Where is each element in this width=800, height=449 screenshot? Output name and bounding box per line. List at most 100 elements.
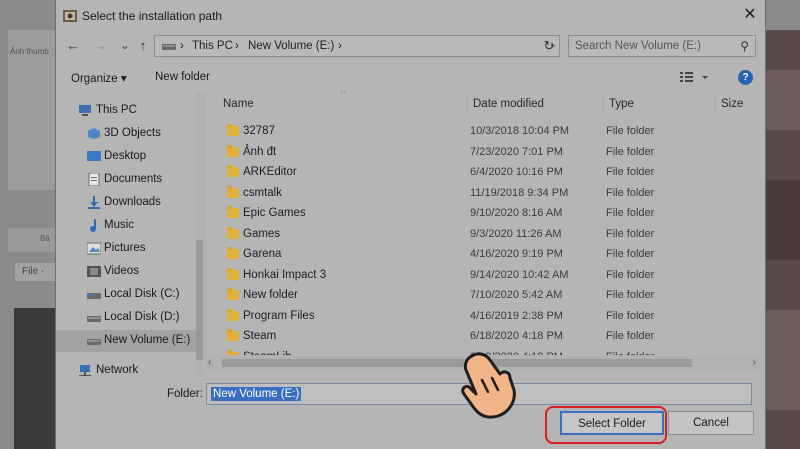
column-header-size[interactable]: Size: [715, 92, 767, 116]
nav-item-label: This PC: [96, 104, 137, 116]
documents-icon: [88, 173, 100, 186]
forward-arrow-icon[interactable]: →: [92, 37, 110, 55]
nav-item-desktop[interactable]: Desktop: [56, 146, 196, 168]
organize-button[interactable]: Organize ▾: [71, 71, 127, 85]
drive-icon: [87, 316, 101, 322]
nav-item-network[interactable]: Network: [56, 360, 196, 377]
scroll-left-icon[interactable]: ‹: [208, 357, 211, 368]
column-label: Size: [721, 98, 744, 110]
videos-icon: [87, 266, 101, 277]
nav-item-label: New Volume (E:): [104, 334, 191, 346]
column-header-name[interactable]: ^ Name: [205, 92, 467, 116]
nav-item-pictures[interactable]: Pictures: [56, 238, 196, 260]
file-row[interactable]: Steam 6/18/2020 4:18 PM File folder: [205, 326, 767, 347]
file-row[interactable]: Games 9/3/2020 11:26 AM File folder: [205, 224, 767, 245]
address-bar[interactable]: › This PC › New Volume (E:) › ⌄: [154, 35, 560, 57]
folder-row: Folder: New Volume (E:): [56, 383, 767, 405]
nav-item-local-disk-c[interactable]: Local Disk (C:): [56, 284, 196, 306]
file-date-modified: 7/23/2020 7:01 PM: [470, 145, 563, 158]
background-image: [14, 308, 56, 449]
column-label: Date modified: [473, 98, 544, 110]
navigation-scrollbar[interactable]: [196, 92, 203, 377]
nav-item-music[interactable]: Music: [56, 215, 196, 237]
file-date-modified: 6/18/2020 4:18 PM: [470, 330, 563, 342]
file-type: File folder: [606, 125, 655, 137]
drive-icon: [162, 44, 176, 50]
file-type: File folder: [606, 309, 655, 322]
nav-item-label: Videos: [104, 265, 139, 277]
file-name: Games: [243, 227, 281, 240]
nav-item-documents[interactable]: Documents: [56, 169, 196, 191]
search-input[interactable]: Search New Volume (E:) ⚲: [568, 35, 756, 57]
file-name: ARKEditor: [243, 166, 297, 178]
nav-item-label: Local Disk (D:): [104, 311, 180, 323]
refresh-icon[interactable]: ↻: [540, 37, 558, 55]
search-icon[interactable]: ⚲: [740, 39, 749, 53]
file-date-modified: 9/3/2020 11:26 AM: [470, 227, 562, 240]
file-date-modified: 6/4/2020 10:16 PM: [470, 166, 563, 178]
breadcrumb-this-pc[interactable]: This PC: [192, 40, 233, 52]
file-date-modified: 4/16/2019 2:38 PM: [470, 309, 563, 322]
file-row[interactable]: Honkai Impact 3 9/14/2020 10:42 AM File fo…: [205, 265, 767, 286]
help-icon[interactable]: ?: [738, 70, 753, 85]
breadcrumb-new-volume[interactable]: New Volume (E:): [248, 40, 334, 52]
folder-icon: [227, 308, 239, 321]
folder-icon: [227, 185, 239, 198]
network-icon: [79, 365, 91, 376]
folder-icon: [227, 329, 239, 341]
file-date-modified: 4/16/2020 9:19 PM: [470, 248, 563, 260]
select-folder-dialog: Select the installation path ✕ ← → ⌄ ↑ ›…: [55, 0, 766, 449]
scrollbar-thumb[interactable]: [196, 240, 203, 360]
file-type: File folder: [606, 145, 655, 158]
file-row[interactable]: Garena 4/16/2020 9:19 PM File folder: [205, 244, 767, 265]
downloads-icon: [88, 196, 100, 209]
nav-item-videos[interactable]: Videos: [56, 261, 196, 283]
file-row[interactable]: Program Files 4/16/2019 2:38 PM File folde…: [205, 306, 767, 327]
view-options-icon[interactable]: [680, 70, 708, 84]
column-header-date-modified[interactable]: Date modified: [467, 92, 603, 116]
file-name: Program Files: [243, 309, 315, 322]
nav-item-label: 3D Objects: [104, 127, 161, 139]
drive-icon: [87, 339, 101, 345]
file-row[interactable]: 32787 10/3/2018 10:04 PM File folder: [205, 121, 767, 142]
file-row[interactable]: New folder 7/10/2020 5:42 AM File folder: [205, 285, 767, 306]
nav-item-label: Pictures: [104, 242, 146, 254]
file-row[interactable]: Ảnh đt 7/23/2020 7:01 PM File folder: [205, 142, 767, 163]
file-row[interactable]: Epic Games 9/10/2020 8:16 AM File folder: [205, 203, 767, 224]
nav-item-label: Documents: [104, 173, 163, 185]
folder-label: Folder:: [167, 388, 203, 400]
nav-item-3d-objects[interactable]: 3D Objects: [56, 123, 196, 145]
breadcrumb-separator: ›: [180, 40, 184, 52]
background-image-right: [766, 30, 800, 449]
folder-input-value: New Volume (E:): [211, 387, 302, 401]
folder-icon: [227, 267, 239, 280]
file-name: New folder: [243, 289, 298, 301]
nav-item-new-volume-e[interactable]: New Volume (E:): [56, 330, 196, 352]
new-folder-button[interactable]: New folder: [155, 71, 210, 83]
app-icon: [63, 10, 77, 22]
background-tab-label: Bà: [40, 234, 50, 243]
background-file-label: File ·: [22, 266, 45, 277]
close-button[interactable]: ✕: [735, 0, 765, 30]
file-row[interactable]: csmtalk 11/19/2018 9:34 PM File folder: [205, 183, 767, 204]
up-arrow-icon[interactable]: ↑: [134, 37, 152, 55]
folder-icon: [227, 165, 239, 177]
back-arrow-icon[interactable]: ←: [64, 37, 82, 55]
file-name: 32787: [243, 125, 275, 137]
nav-item-downloads[interactable]: Downloads: [56, 192, 196, 214]
cancel-button[interactable]: Cancel: [668, 411, 754, 435]
pointing-hand-icon: [461, 352, 516, 419]
file-row[interactable]: ARKEditor 6/4/2020 10:16 PM File folder: [205, 162, 767, 183]
file-date-modified: 7/10/2020 5:42 AM: [470, 289, 563, 301]
scroll-right-icon[interactable]: ›: [753, 357, 756, 368]
nav-item-this-pc[interactable]: This PC: [56, 100, 196, 122]
file-name: Steam: [243, 330, 277, 342]
column-header-type[interactable]: Type: [603, 92, 715, 116]
nav-item-label: Downloads: [104, 196, 161, 208]
3d-objects-icon: [88, 128, 100, 139]
file-name: Epic Games: [243, 207, 306, 219]
file-name: Garena: [243, 248, 282, 260]
nav-item-label: Network: [96, 364, 139, 376]
nav-item-local-disk-d[interactable]: Local Disk (D:): [56, 307, 196, 329]
recent-locations-icon[interactable]: ⌄: [116, 37, 134, 55]
